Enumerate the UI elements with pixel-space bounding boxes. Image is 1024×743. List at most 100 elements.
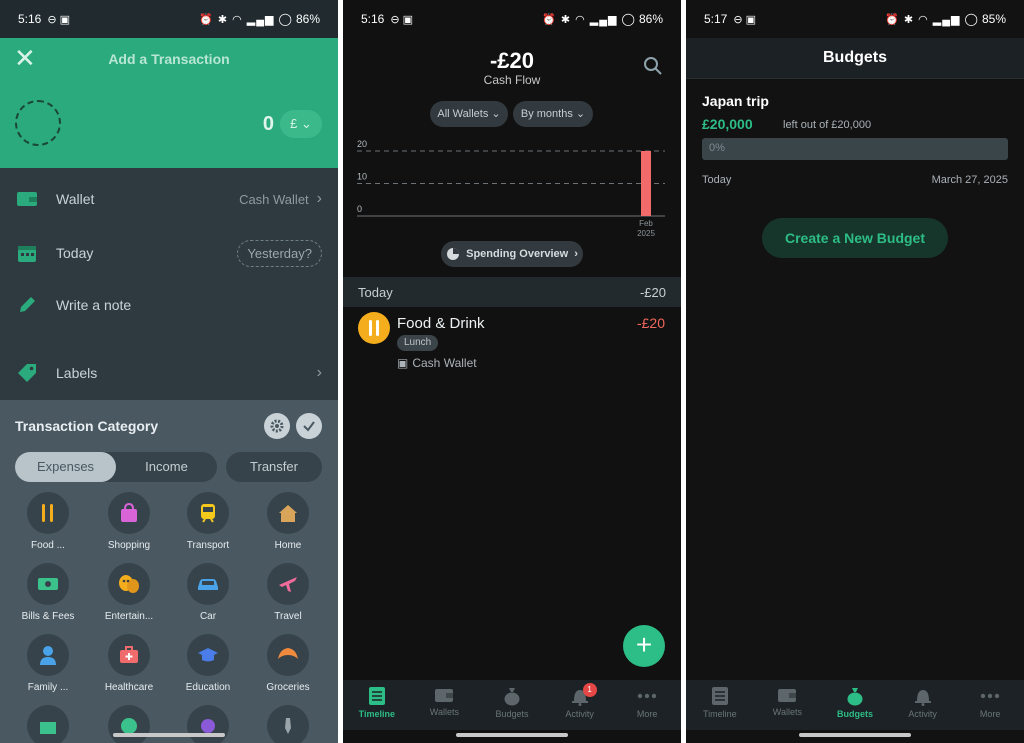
timeline-icon xyxy=(711,687,728,705)
transaction-category[interactable]: Food & Drink xyxy=(397,315,485,332)
nav-label: Budgets xyxy=(836,709,873,719)
wallet-filter-dropdown[interactable]: All Wallets ⌄ xyxy=(430,101,508,127)
status-bar: 5:16 ⊖ ▣ ⏰ ✱ ◠ ▂▄▆ ◯ 86% xyxy=(0,0,338,38)
nav-budgets[interactable]: Budgets xyxy=(478,680,546,730)
category-label: Groceries xyxy=(266,682,310,693)
battery-level: 86% xyxy=(638,12,663,26)
bottom-nav: Timeline Wallets Budgets Activity More xyxy=(686,680,1024,730)
category-item[interactable]: Groceries xyxy=(248,634,328,693)
status-time: 5:16 xyxy=(18,12,42,26)
spending-overview-button[interactable]: Spending Overview › xyxy=(441,241,583,267)
chevron-down-icon: ⌄ xyxy=(572,108,586,120)
category-item[interactable] xyxy=(248,705,328,743)
budget-name[interactable]: Japan trip xyxy=(702,93,769,109)
cash-flow-amount: -£20 xyxy=(489,48,535,73)
yesterday-button[interactable]: Yesterday? xyxy=(237,239,322,267)
day-header: Today -£20 xyxy=(343,277,681,307)
chart-x-tick-label: 2025 xyxy=(637,229,655,238)
create-budget-button[interactable]: Create a New Budget xyxy=(762,218,948,258)
tab-income[interactable]: Income xyxy=(116,452,217,482)
date-row[interactable]: Today Yesterday? xyxy=(0,226,338,280)
bell-icon xyxy=(914,690,931,706)
note-input[interactable]: Write a note xyxy=(56,297,322,313)
wallet-icon: ▣ xyxy=(397,356,409,370)
graduation-cap-icon xyxy=(187,634,229,676)
category-item[interactable]: Education xyxy=(168,634,248,693)
gear-icon[interactable] xyxy=(264,413,290,439)
flower-icon xyxy=(187,705,229,743)
category-title: Transaction Category xyxy=(15,418,159,434)
fork-knife-icon[interactable] xyxy=(358,312,390,344)
cash-flow-chart: 20 10 0 Feb2025 xyxy=(357,139,665,238)
wallet-filter-label: All Wallets xyxy=(437,108,489,120)
notification-icons: ⊖ ▣ xyxy=(47,13,71,26)
status-time: 5:16 xyxy=(361,12,385,26)
home-indicator xyxy=(456,733,568,737)
nav-timeline[interactable]: Timeline xyxy=(686,680,754,730)
battery-icon: ◯ xyxy=(964,12,978,26)
search-icon[interactable] xyxy=(643,56,663,81)
status-time: 5:17 xyxy=(704,12,728,26)
amount-value[interactable]: 0 xyxy=(263,113,274,136)
gift-icon xyxy=(27,705,69,743)
chart-bar xyxy=(641,151,651,216)
top-bar: Budgets xyxy=(686,38,1024,79)
status-bar: 5:17 ⊖ ▣ ⏰ ✱ ◠ ▂▄▆ ◯ 85% xyxy=(686,0,1024,38)
person-icon xyxy=(27,634,69,676)
page-title: Budgets xyxy=(823,49,887,66)
tab-expenses[interactable]: Expenses xyxy=(15,452,116,482)
transaction-wallet: ▣ Cash Wallet xyxy=(397,356,477,370)
house-icon xyxy=(267,492,309,534)
nav-label: Timeline xyxy=(702,709,737,719)
battery-level: 86% xyxy=(295,12,320,26)
battery-level: 85% xyxy=(981,12,1006,26)
category-item[interactable]: Home xyxy=(248,492,328,551)
wallet-row[interactable]: Wallet Cash Wallet › xyxy=(0,172,338,226)
category-item[interactable]: Entertain... xyxy=(89,563,169,622)
category-item[interactable]: Family ... xyxy=(8,634,88,693)
nav-more[interactable]: More xyxy=(613,680,681,730)
category-item[interactable] xyxy=(89,705,169,743)
labels-row[interactable]: Labels › xyxy=(0,346,338,400)
timeline-screen: 5:16 ⊖ ▣ ⏰ ✱ ◠ ▂▄▆ ◯ 86% -£20 Cash Flow … xyxy=(343,0,681,743)
banknote-icon xyxy=(27,563,69,605)
status-icons: ⏰ ✱ ◠ ▂▄▆ xyxy=(542,13,618,26)
nav-wallets[interactable]: Wallets xyxy=(754,680,822,730)
notification-icons: ⊖ ▣ xyxy=(390,13,414,26)
category-item[interactable]: Bills & Fees xyxy=(8,563,88,622)
category-placeholder-icon[interactable] xyxy=(15,100,61,146)
nav-timeline[interactable]: Timeline xyxy=(343,680,411,730)
category-item[interactable]: Car xyxy=(168,563,248,622)
nav-budgets[interactable]: Budgets xyxy=(821,680,889,730)
tab-transfer[interactable]: Transfer xyxy=(226,452,322,482)
nav-label: Activity xyxy=(565,709,594,719)
car-icon xyxy=(187,563,229,605)
note-row[interactable]: Write a note xyxy=(0,278,338,332)
category-label: Shopping xyxy=(107,540,151,551)
home-indicator xyxy=(113,733,225,737)
bottom-nav: Timeline Wallets Budgets 1 Activity More xyxy=(343,680,681,730)
add-transaction-button[interactable]: + xyxy=(623,625,665,667)
category-item[interactable]: Transport xyxy=(168,492,248,551)
category-item[interactable]: Shopping xyxy=(89,492,169,551)
category-item[interactable]: Travel xyxy=(248,563,328,622)
category-label: Car xyxy=(199,611,217,622)
category-item[interactable]: Food ... xyxy=(8,492,88,551)
theater-masks-icon xyxy=(108,563,150,605)
currency-selector[interactable]: £ ⌄ xyxy=(280,110,322,138)
budget-progress-bar: 0% xyxy=(702,138,1008,160)
category-label: Food ... xyxy=(31,540,65,551)
category-item[interactable] xyxy=(8,705,88,743)
category-item[interactable]: Healthcare xyxy=(89,634,169,693)
check-icon[interactable] xyxy=(296,413,322,439)
nav-wallets[interactable]: Wallets xyxy=(411,680,479,730)
transaction-tag: Lunch xyxy=(397,335,439,351)
chart-y-tick-label: 0 xyxy=(357,204,362,214)
nav-more[interactable]: More xyxy=(956,680,1024,730)
nav-activity[interactable]: Activity xyxy=(889,680,957,730)
category-item[interactable] xyxy=(168,705,248,743)
chart-y-tick-label: 20 xyxy=(357,139,367,149)
period-filter-dropdown[interactable]: By months ⌄ xyxy=(513,101,593,127)
money-bag-icon xyxy=(847,688,863,706)
nav-activity[interactable]: 1 Activity xyxy=(546,680,614,730)
